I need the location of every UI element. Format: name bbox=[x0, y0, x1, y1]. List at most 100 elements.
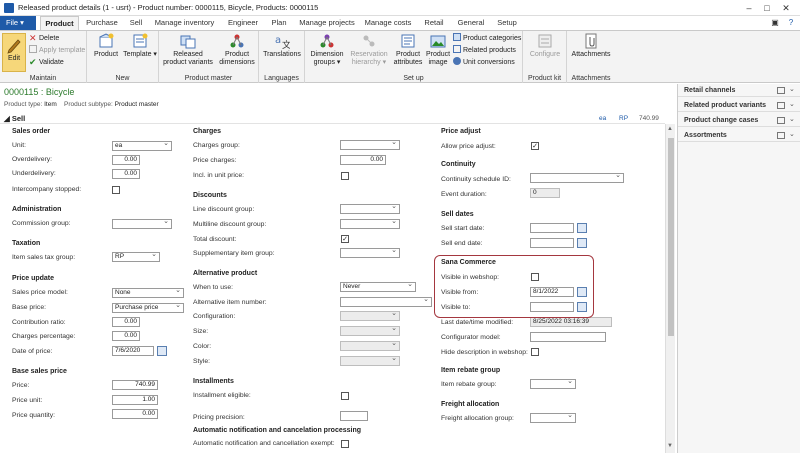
allow-price-adjust-checkbox[interactable]: ✓ bbox=[531, 142, 539, 150]
chevron-down-icon[interactable]: ⌄ bbox=[789, 115, 795, 123]
size-field[interactable] bbox=[340, 326, 400, 336]
factbox-related-variants[interactable]: Related product variants ⌄ bbox=[678, 99, 800, 112]
scroll-down-icon[interactable]: ▼ bbox=[667, 443, 673, 449]
new-product-button[interactable]: Product bbox=[91, 33, 121, 59]
incl-unit-price-checkbox[interactable] bbox=[341, 172, 349, 180]
sell-end-date-field[interactable] bbox=[530, 238, 574, 248]
charges-group-field[interactable] bbox=[340, 140, 400, 150]
contribution-ratio-field[interactable]: 0.00 bbox=[112, 317, 140, 327]
close-button[interactable]: ✕ bbox=[779, 2, 793, 14]
total-discount-checkbox[interactable]: ✓ bbox=[341, 235, 349, 243]
released-product-variants-button[interactable]: Released product variants bbox=[161, 33, 215, 67]
line-discount-field[interactable] bbox=[340, 204, 400, 214]
price-charges-field[interactable]: 0.00 bbox=[340, 155, 386, 165]
price-quantity-field[interactable]: 0.00 bbox=[112, 409, 158, 419]
intercompany-checkbox[interactable] bbox=[112, 186, 120, 194]
edit-button[interactable]: Edit bbox=[2, 33, 26, 72]
tab-engineer[interactable]: Engineer bbox=[224, 16, 262, 30]
maximize-button[interactable]: □ bbox=[760, 2, 774, 14]
multiline-discount-field[interactable] bbox=[340, 219, 400, 229]
item-rebate-group-field[interactable] bbox=[530, 379, 576, 389]
product-categories-button[interactable]: Product categories bbox=[453, 33, 521, 44]
unit-conversions-button[interactable]: Unit conversions bbox=[453, 57, 515, 68]
pricing-precision-field[interactable] bbox=[340, 411, 368, 421]
fasttab-sell[interactable]: ◢ Sell ea RP 740.99 bbox=[0, 113, 665, 124]
date-of-price-field[interactable]: 7/6/2020 bbox=[112, 346, 154, 356]
product-dimensions-button[interactable]: Product dimensions bbox=[217, 33, 257, 67]
group-label-setup: Set up bbox=[403, 75, 424, 82]
sales-price-model-field[interactable]: None bbox=[112, 288, 184, 298]
tab-purchase[interactable]: Purchase bbox=[83, 16, 121, 30]
overdelivery-field[interactable]: 0.00 bbox=[112, 155, 140, 165]
when-to-use-field[interactable]: Never bbox=[340, 282, 416, 292]
item-rebate-group-label: Item rebate group: bbox=[441, 381, 497, 388]
color-field[interactable] bbox=[340, 341, 400, 351]
tab-sell[interactable]: Sell bbox=[125, 16, 147, 30]
tab-retail[interactable]: Retail bbox=[420, 16, 448, 30]
tab-file[interactable]: File ▾ bbox=[0, 16, 36, 30]
factbox-icon[interactable] bbox=[777, 132, 785, 139]
tab-manage-inventory[interactable]: Manage inventory bbox=[153, 16, 216, 30]
charges-percentage-field[interactable]: 0.00 bbox=[112, 331, 140, 341]
freight-allocation-group-field[interactable] bbox=[530, 413, 576, 423]
help-icon[interactable]: ? bbox=[784, 17, 798, 29]
tab-manage-costs[interactable]: Manage costs bbox=[363, 16, 413, 30]
scroll-up-icon[interactable]: ▲ bbox=[667, 126, 673, 132]
chevron-down-icon[interactable]: ⌄ bbox=[789, 130, 795, 138]
minimize-button[interactable]: – bbox=[742, 2, 756, 14]
related-products-button[interactable]: Related products bbox=[453, 45, 516, 56]
calendar-icon[interactable] bbox=[577, 238, 587, 248]
tab-plan[interactable]: Plan bbox=[268, 16, 290, 30]
chevron-down-icon[interactable]: ⌄ bbox=[789, 85, 795, 93]
hide-description-checkbox[interactable] bbox=[531, 348, 539, 356]
alt-item-number-field[interactable] bbox=[340, 297, 432, 307]
configuration-field[interactable] bbox=[340, 311, 400, 321]
installment-eligible-checkbox[interactable] bbox=[341, 392, 349, 400]
attachments-button[interactable]: Attachments bbox=[569, 33, 613, 59]
tab-product[interactable]: Product bbox=[40, 16, 79, 30]
tab-manage-projects[interactable]: Manage projects bbox=[298, 16, 356, 30]
delete-button[interactable]: ✕ Delete bbox=[29, 33, 59, 44]
fullscreen-icon[interactable]: ▣ bbox=[768, 17, 782, 29]
price-field[interactable]: 740.99 bbox=[112, 380, 158, 390]
factbox-change-cases[interactable]: Product change cases ⌄ bbox=[678, 114, 800, 127]
sell-start-date-field[interactable] bbox=[530, 223, 574, 233]
factbox-assortments[interactable]: Assortments ⌄ bbox=[678, 129, 800, 142]
tab-setup[interactable]: Setup bbox=[494, 16, 520, 30]
reservation-hierarchy-button[interactable]: Reservation hierarchy ▾ bbox=[347, 33, 391, 67]
factbox-icon[interactable] bbox=[777, 87, 785, 94]
style-field[interactable] bbox=[340, 356, 400, 366]
chevron-down-icon[interactable]: ⌄ bbox=[789, 100, 795, 108]
calendar-icon[interactable] bbox=[157, 346, 167, 356]
configure-button[interactable]: Configure bbox=[525, 33, 565, 59]
price-unit-field[interactable]: 1.00 bbox=[112, 395, 158, 405]
validate-button[interactable]: ✔ Validate bbox=[29, 57, 64, 68]
factbox-retail-channels[interactable]: Retail channels ⌄ bbox=[678, 84, 800, 97]
delete-icon: ✕ bbox=[29, 33, 37, 43]
group-attachments: Attachments Attachments bbox=[567, 31, 615, 83]
supplementary-group-field[interactable] bbox=[340, 248, 400, 258]
factbox-icon[interactable] bbox=[777, 102, 785, 109]
dimension-groups-button[interactable]: Dimension groups ▾ bbox=[307, 33, 347, 67]
auto-exempt-checkbox[interactable] bbox=[341, 440, 349, 448]
base-price-field[interactable]: Purchase price bbox=[112, 303, 184, 313]
tab-general[interactable]: General bbox=[455, 16, 487, 30]
scrollbar-thumb[interactable] bbox=[668, 138, 674, 336]
translations-button[interactable]: a文 Translations bbox=[261, 33, 303, 59]
continuity-schedule-field[interactable] bbox=[530, 173, 624, 183]
product-image-button[interactable]: Product image bbox=[425, 33, 451, 67]
calendar-icon[interactable] bbox=[577, 223, 587, 233]
apply-template-button[interactable]: Apply template bbox=[29, 45, 85, 56]
vertical-scrollbar[interactable]: ▲ ▼ bbox=[665, 124, 675, 453]
configurator-model-field[interactable] bbox=[530, 332, 606, 342]
section-alternative-product: Alternative product bbox=[193, 270, 258, 277]
pricing-precision-label: Pricing precision: bbox=[193, 414, 245, 421]
new-template-button[interactable]: Template ▾ bbox=[123, 33, 157, 59]
factbox-icon[interactable] bbox=[777, 117, 785, 124]
commission-group-field[interactable] bbox=[112, 219, 172, 229]
event-duration-field[interactable]: 0 bbox=[530, 188, 560, 198]
product-attributes-button[interactable]: Product attributes bbox=[391, 33, 425, 67]
tax-group-field[interactable]: RP bbox=[112, 252, 160, 262]
underdelivery-field[interactable]: 0.00 bbox=[112, 169, 140, 179]
unit-field[interactable]: ea bbox=[112, 141, 172, 151]
